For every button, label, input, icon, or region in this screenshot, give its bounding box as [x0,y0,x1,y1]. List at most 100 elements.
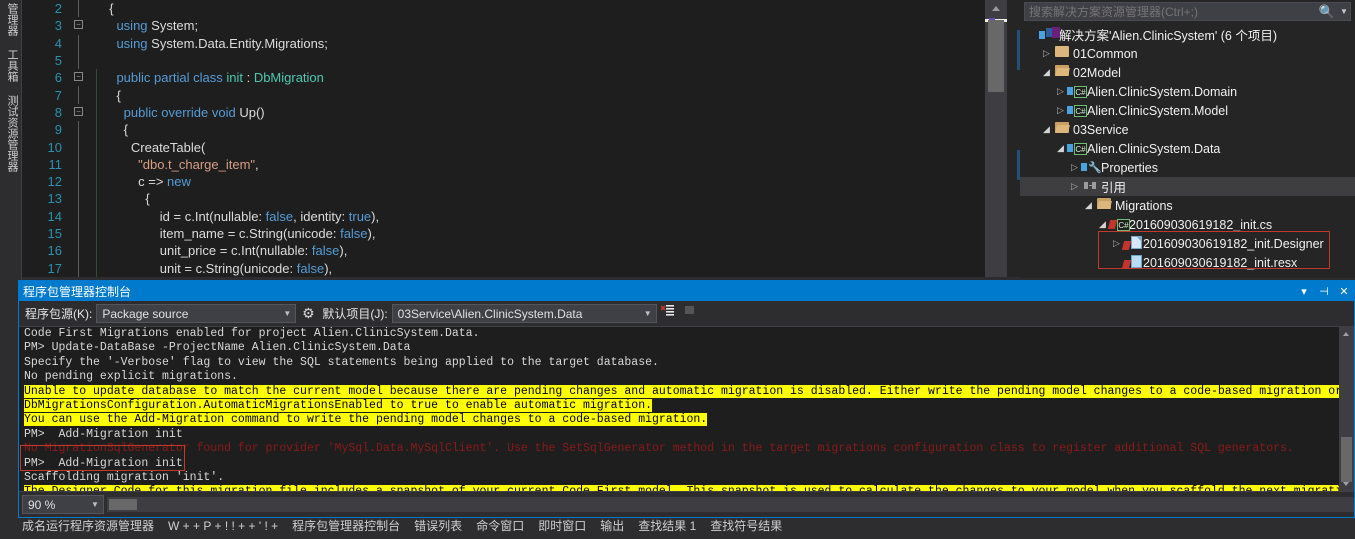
chevron-right-icon[interactable]: ▷ [1068,181,1081,192]
scrollbar-thumb[interactable] [1341,437,1352,482]
collapse-icon[interactable]: − [74,106,83,116]
scroll-up-button[interactable] [1339,327,1354,341]
tree-item-9[interactable]: ◢ Migrations [1020,196,1355,215]
code-line[interactable]: 8 − public override void Up() [22,103,985,122]
code-line[interactable]: 9 { [22,121,985,139]
scroll-down-button[interactable] [1339,477,1354,491]
tree-item-1[interactable]: ▷ 01Common [1020,44,1355,63]
fold-gutter[interactable] [68,259,92,277]
fold-gutter[interactable] [68,155,92,173]
tree-item-4[interactable]: ▷ C# Alien.ClinicSystem.Model [1020,101,1355,120]
stop-icon[interactable] [679,304,701,324]
scroll-up-button[interactable] [985,0,1007,17]
chevron-down-icon[interactable]: ▼ [87,500,103,509]
code-text: unit_price = c.Int(nullable: false), [102,243,348,259]
console-horizontal-scrollbar[interactable] [107,497,1354,512]
chevron-right-icon[interactable]: ▷ [1040,48,1053,59]
fold-gutter[interactable] [68,0,92,18]
solution-search-box[interactable]: 🔍 ▼ [1024,2,1351,21]
tree-item-12[interactable]: 201609030619182_init.resx [1020,253,1355,272]
zoom-level-dropdown[interactable]: 90 % ▼ [22,495,104,514]
tree-item-0[interactable]: 解决方案'Alien.ClinicSystem' (6 个项目) [1020,25,1355,44]
scrollbar-thumb[interactable] [109,499,137,510]
vertical-tab-server-explorer[interactable]: 管理器 [0,0,24,39]
dock-tab-2[interactable]: 程序包管理器控制台 [292,519,400,533]
chevron-right-icon[interactable]: ▷ [1054,86,1067,97]
code-line[interactable]: 3 − using System; [22,17,985,34]
chevron-right-icon[interactable]: ▷ [1054,105,1067,116]
fold-gutter[interactable] [68,242,92,260]
tree-item-5[interactable]: ◢ 03Service [1020,120,1355,139]
dock-tab-3[interactable]: 错误列表 [414,519,462,533]
default-project-dropdown[interactable]: 03Service\Alien.ClinicSystem.Data ▼ [391,304,657,323]
fold-gutter[interactable] [68,224,92,243]
vertical-tab-toolbox[interactable]: 工具箱 [0,46,24,85]
code-line[interactable]: 17 unit = c.String(unicode: false), [22,259,985,277]
code-line[interactable]: 10 CreateTable( [22,138,985,156]
chevron-down-icon[interactable]: ▼ [1340,7,1350,16]
fold-gutter[interactable] [68,190,92,208]
tree-item-7[interactable]: ▷ 🔧 Properties [1020,158,1355,177]
code-line[interactable]: 6 − public partial class init : DbMigrati… [22,69,985,87]
window-dropdown-icon[interactable]: ▾ [1294,285,1314,298]
chevron-right-icon[interactable]: ▷ [1068,162,1081,173]
fold-gutter[interactable] [68,51,92,70]
chevron-down-icon[interactable]: ◢ [1040,124,1053,135]
tree-item-label: 02Model [1073,65,1121,80]
fold-gutter[interactable] [68,121,92,139]
dock-tab-4[interactable]: 命令窗口 [476,519,524,533]
fold-gutter[interactable] [68,172,92,191]
tree-item-10[interactable]: ◢ C# 201609030619182_init.cs [1020,215,1355,234]
dock-tab-5[interactable]: 即时窗口 [538,519,586,533]
fold-gutter[interactable] [68,34,92,52]
code-line[interactable]: 7 { [22,86,985,104]
editor-vertical-scrollbar[interactable] [985,0,1007,277]
console-vertical-scrollbar[interactable] [1339,327,1354,491]
chevron-down-icon[interactable]: ◢ [1082,200,1095,211]
code-line[interactable]: 16 unit_price = c.Int(nullable: false), [22,242,985,260]
solution-tree[interactable]: 解决方案'Alien.ClinicSystem' (6 个项目) ▷ 01Commo… [1020,25,1355,272]
collapse-icon[interactable]: − [74,72,83,82]
code-line[interactable]: 5 [22,51,985,70]
collapse-icon[interactable]: − [74,20,83,30]
fold-gutter[interactable] [68,86,92,104]
dock-tab-7[interactable]: 查找结果 1 [638,519,696,533]
code-line[interactable]: 12 c => new [22,172,985,191]
fold-gutter[interactable] [68,138,92,156]
chevron-down-icon[interactable]: ▼ [279,309,295,318]
code-editor[interactable]: 2 {3− using System; 4 using System.Data.E… [22,0,985,277]
code-line[interactable]: 15 item_name = c.String(unicode: false), [22,224,985,243]
code-line[interactable]: 4 using System.Data.Entity.Migrations; [22,34,985,52]
code-line[interactable]: 14 id = c.Int(nullable: false, identity:… [22,207,985,225]
fold-gutter[interactable]: − [68,104,92,121]
dock-tab-1[interactable]: W + + P + ! ! + + ' ! + [168,519,278,533]
chevron-down-icon[interactable]: ◢ [1054,143,1067,154]
vertical-tab-test-explorer[interactable]: 测试资源管理器 [0,92,24,175]
tree-item-2[interactable]: ◢ 02Model [1020,63,1355,82]
scrollbar-thumb[interactable] [988,20,1004,92]
chevron-right-icon[interactable]: ▷ [1110,238,1123,249]
search-input[interactable] [1025,4,1314,19]
fold-gutter[interactable] [68,207,92,225]
tree-item-8[interactable]: ▷ 引用 [1020,177,1355,196]
dock-tab-6[interactable]: 输出 [600,519,624,533]
code-line[interactable]: 13 { [22,190,985,208]
chevron-down-icon[interactable]: ◢ [1040,67,1053,78]
chevron-down-icon[interactable]: ▼ [640,309,656,318]
tree-item-6[interactable]: ◢ C# Alien.ClinicSystem.Data [1020,139,1355,158]
tree-item-11[interactable]: ▷ 201609030619182_init.Designer [1020,234,1355,253]
package-source-dropdown[interactable]: Package source ▼ [96,304,297,323]
console-output[interactable]: Code First Migrations enabled for projec… [19,327,1354,491]
fold-gutter[interactable]: − [68,69,92,86]
search-icon[interactable]: 🔍 [1314,4,1340,20]
pin-icon[interactable]: ⊣ [1314,285,1334,298]
clear-console-icon[interactable] [657,304,679,324]
dock-tab-0[interactable]: 成名运行程序资源管理器 [22,519,154,533]
tree-item-3[interactable]: ▷ C# Alien.ClinicSystem.Domain [1020,82,1355,101]
close-icon[interactable]: ✕ [1334,285,1354,298]
code-line[interactable]: 2 { [22,0,985,18]
gear-icon[interactable]: ⚙ [296,305,320,322]
code-line[interactable]: 11 "dbo.t_charge_item", [22,155,985,173]
fold-gutter[interactable]: − [68,17,92,34]
dock-tab-8[interactable]: 查找符号结果 [710,519,782,533]
